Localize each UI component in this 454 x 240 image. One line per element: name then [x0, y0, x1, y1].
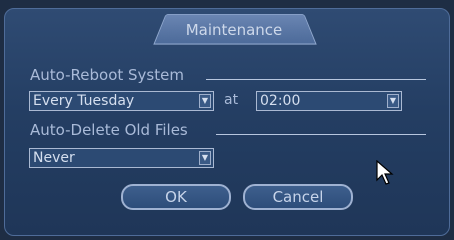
chevron-down-icon[interactable]: ▼: [387, 94, 399, 108]
dialog-title: Maintenance: [185, 21, 283, 39]
chevron-down-icon[interactable]: ▼: [199, 151, 211, 165]
reboot-time-value: 02:00: [260, 93, 301, 109]
auto-reboot-label: Auto-Reboot System: [30, 66, 184, 84]
reboot-day-select[interactable]: Every Tuesday ▼: [29, 91, 214, 111]
delete-option-select[interactable]: Never ▼: [29, 148, 214, 168]
at-label: at: [224, 92, 239, 108]
cancel-button[interactable]: Cancel: [243, 184, 353, 210]
section-divider: [206, 79, 426, 80]
delete-option-value: Never: [33, 150, 75, 166]
mouse-pointer-icon: [376, 160, 394, 185]
reboot-time-select[interactable]: 02:00 ▼: [256, 91, 402, 111]
ok-button[interactable]: OK: [121, 184, 231, 210]
chevron-down-icon[interactable]: ▼: [199, 94, 211, 108]
section-divider: [216, 134, 426, 135]
auto-delete-label: Auto-Delete Old Files: [30, 121, 188, 139]
reboot-day-value: Every Tuesday: [33, 93, 135, 109]
